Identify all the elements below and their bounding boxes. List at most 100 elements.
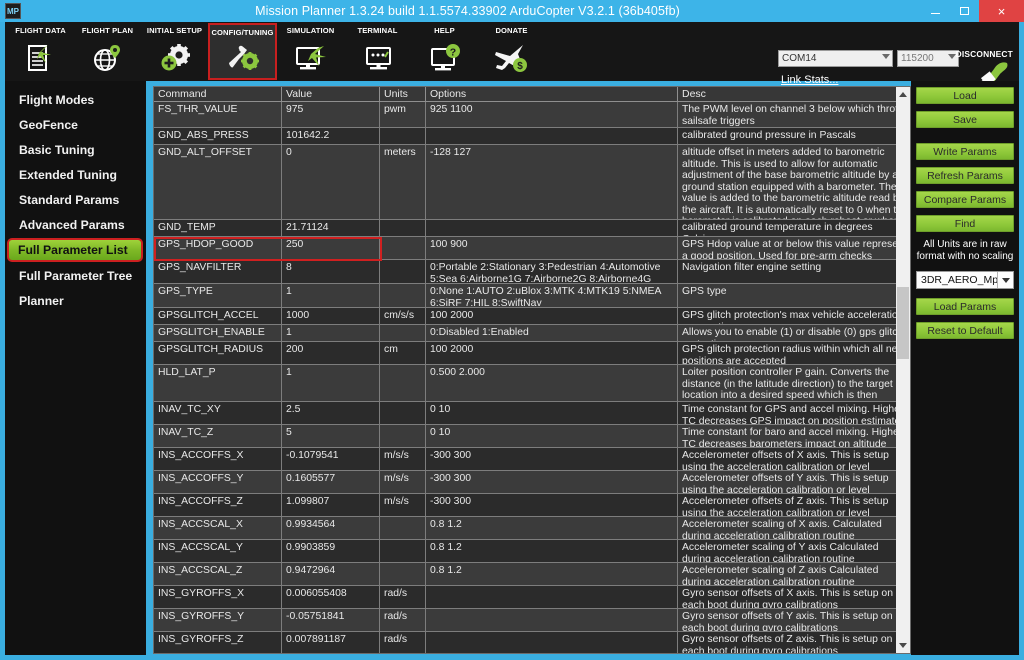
cell-desc: calibrated ground pressure in Pascals: [682, 130, 856, 141]
sidebar-item-geofence[interactable]: GeoFence: [5, 112, 146, 137]
cell-value[interactable]: 8: [282, 260, 380, 283]
scroll-thumb[interactable]: [897, 287, 909, 359]
cell-desc: Allows you to enable (1) or disable (0) …: [682, 327, 904, 341]
table-row[interactable]: INS_ACCSCAL_Z 0.9472964 0.8 1.2 Acceleromet…: [154, 563, 909, 586]
cell-units: meters: [380, 145, 426, 219]
baud-rate-select[interactable]: 115200: [897, 50, 959, 67]
cell-value[interactable]: 1: [282, 284, 380, 307]
cell-value[interactable]: 250: [282, 237, 380, 259]
table-row[interactable]: GPSGLITCH_ACCEL 1000 cm/s/s 100 2000 GPS gli…: [154, 308, 909, 325]
table-row[interactable]: GPS_HDOP_GOOD 250 100 900 GPS Hdop value at…: [154, 237, 909, 261]
cell-value[interactable]: 0.1605577: [282, 471, 380, 493]
grid-vertical-scrollbar[interactable]: [896, 86, 911, 654]
table-row[interactable]: INS_ACCSCAL_X 0.9934564 0.8 1.2 Acceleromet…: [154, 517, 909, 540]
table-row[interactable]: GPSGLITCH_RADIUS 200 cm 100 2000 GPS glitch …: [154, 342, 909, 365]
cell-desc: GPS Hdop value at or below this value re…: [682, 239, 907, 259]
toolbar-item-flight-plan[interactable]: FLIGHT PLAN: [74, 23, 141, 80]
cell-value[interactable]: 1000: [282, 308, 380, 324]
column-header-options[interactable]: Options: [426, 87, 678, 102]
table-row[interactable]: GND_ALT_OFFSET 0 meters -128 127 altitude of…: [154, 145, 909, 220]
column-header-value[interactable]: Value: [282, 87, 380, 102]
cell-value[interactable]: 5: [282, 425, 380, 447]
link-stats-link[interactable]: Link Stats...: [781, 74, 838, 86]
toolbar-item-donate[interactable]: DONATE $: [478, 23, 545, 80]
cell-value[interactable]: 0.9934564: [282, 517, 380, 539]
preset-select[interactable]: 3DR_AERO_Mpa: [916, 271, 1014, 289]
toolbar-item-terminal[interactable]: TERMINAL: [344, 23, 411, 80]
column-header-command[interactable]: Command: [154, 87, 282, 102]
table-row[interactable]: INS_GYROFFS_Z 0.007891187 rad/s Gyro sensor…: [154, 632, 909, 653]
table-row[interactable]: GPS_NAVFILTER 8 0:Portable 2:Stationary 3:…: [154, 260, 909, 284]
toolbar-item-help[interactable]: HELP ?: [411, 23, 478, 80]
table-row[interactable]: INS_ACCOFFS_Y 0.1605577 m/s/s -300 300 Accel…: [154, 471, 909, 494]
cell-value[interactable]: 0.006055408: [282, 586, 380, 608]
scroll-down-icon[interactable]: [896, 638, 910, 653]
cell-value[interactable]: 200: [282, 342, 380, 364]
sidebar-item-extended-tuning[interactable]: Extended Tuning: [5, 162, 146, 187]
save-button[interactable]: Save: [916, 111, 1014, 128]
cell-value[interactable]: 1.099807: [282, 494, 380, 516]
table-row[interactable]: INS_ACCOFFS_X -0.1079541 m/s/s -300 300 Acce…: [154, 448, 909, 471]
table-row[interactable]: GND_ABS_PRESS 101642.2 calibrated ground p…: [154, 128, 909, 145]
table-row[interactable]: GND_TEMP 21.71124 calibrated ground temper…: [154, 220, 909, 237]
close-button[interactable]: ×: [979, 0, 1024, 22]
table-row[interactable]: HLD_LAT_P 1 0.500 2.000 Loiter position con…: [154, 365, 909, 402]
column-header-units[interactable]: Units: [380, 87, 426, 102]
disconnect-label: DISCONNECT: [955, 49, 1013, 59]
cell-value[interactable]: 0.9472964: [282, 563, 380, 585]
table-row[interactable]: INS_ACCOFFS_Z 1.099807 m/s/s -300 300 Accele…: [154, 494, 909, 517]
toolbar-item-config-tuning[interactable]: CONFIG/TUNING: [208, 23, 277, 80]
maximize-button[interactable]: [950, 0, 979, 22]
scroll-up-icon[interactable]: [896, 87, 910, 102]
cell-desc: GPS glitch protection radius within whic…: [682, 344, 905, 364]
toolbar-item-initial-setup[interactable]: INITIAL SETUP: [141, 23, 208, 80]
cell-command: GND_ABS_PRESS: [154, 128, 282, 144]
table-row[interactable]: FS_THR_VALUE 975 pwm 925 1100 The PWM level …: [154, 102, 909, 128]
table-row[interactable]: INAV_TC_XY 2.5 0 10 Time constant for GPS a…: [154, 402, 909, 425]
cell-value[interactable]: 0.007891187: [282, 632, 380, 653]
sidebar-item-advanced-params[interactable]: Advanced Params: [5, 212, 146, 237]
table-row[interactable]: GPSGLITCH_ENABLE 1 0:Disabled 1:Enabled All…: [154, 325, 909, 342]
toolbar-item-simulation[interactable]: SIMULATION: [277, 23, 344, 80]
load-params-button[interactable]: Load Params: [916, 298, 1014, 315]
minimize-button[interactable]: [921, 0, 950, 22]
sidebar-item-standard-params[interactable]: Standard Params: [5, 187, 146, 212]
scroll-track[interactable]: [896, 102, 910, 638]
reset-to-default-button[interactable]: Reset to Default: [916, 322, 1014, 339]
chevron-down-icon[interactable]: [997, 272, 1013, 288]
cell-desc: Accelerometer offsets of Y axis. This is…: [682, 473, 889, 493]
table-row[interactable]: GPS_TYPE 1 0:None 1:AUTO 2:uBlox 3:MTK 4:M…: [154, 284, 909, 308]
column-header-desc[interactable]: Desc: [678, 87, 909, 102]
cell-value[interactable]: 0: [282, 145, 380, 219]
find-button[interactable]: Find: [916, 215, 1014, 232]
table-row[interactable]: INS_ACCSCAL_Y 0.9903859 0.8 1.2 Acceleromet…: [154, 540, 909, 563]
cell-command: GPS_TYPE: [154, 284, 282, 307]
flight-data-icon: [24, 35, 58, 80]
cell-value[interactable]: -0.05751841: [282, 609, 380, 631]
cell-value[interactable]: -0.1079541: [282, 448, 380, 470]
cell-command: GND_TEMP: [154, 220, 282, 236]
cell-value[interactable]: 1: [282, 365, 380, 401]
table-row[interactable]: INAV_TC_Z 5 0 10 Time constant for baro and…: [154, 425, 909, 448]
table-row[interactable]: INS_GYROFFS_Y -0.05751841 rad/s Gyro sensor…: [154, 609, 909, 632]
sidebar-item-basic-tuning[interactable]: Basic Tuning: [5, 137, 146, 162]
sidebar-item-flight-modes[interactable]: Flight Modes: [5, 87, 146, 112]
com-port-select[interactable]: COM14: [778, 50, 893, 67]
cell-value[interactable]: 2.5: [282, 402, 380, 424]
cell-value[interactable]: 975: [282, 102, 380, 127]
cell-value[interactable]: 1: [282, 325, 380, 341]
cell-value[interactable]: 21.71124: [282, 220, 380, 236]
refresh-params-button[interactable]: Refresh Params: [916, 167, 1014, 184]
write-params-button[interactable]: Write Params: [916, 143, 1014, 160]
cell-value[interactable]: 101642.2: [282, 128, 380, 144]
sidebar-item-full-parameter-tree[interactable]: Full Parameter Tree: [5, 263, 146, 288]
sidebar-item-full-parameter-list[interactable]: Full Parameter List: [7, 238, 143, 262]
sidebar-item-planner[interactable]: Planner: [5, 288, 146, 313]
toolbar-item-flight-data[interactable]: FLIGHT DATA: [7, 23, 74, 80]
cell-options: 100 2000: [426, 342, 678, 364]
cell-options: 0:Portable 2:Stationary 3:Pedestrian 4:A…: [426, 260, 678, 283]
compare-params-button[interactable]: Compare Params: [916, 191, 1014, 208]
table-row[interactable]: INS_GYROFFS_X 0.006055408 rad/s Gyro sensor…: [154, 586, 909, 609]
load-button[interactable]: Load: [916, 87, 1014, 104]
cell-value[interactable]: 0.9903859: [282, 540, 380, 562]
